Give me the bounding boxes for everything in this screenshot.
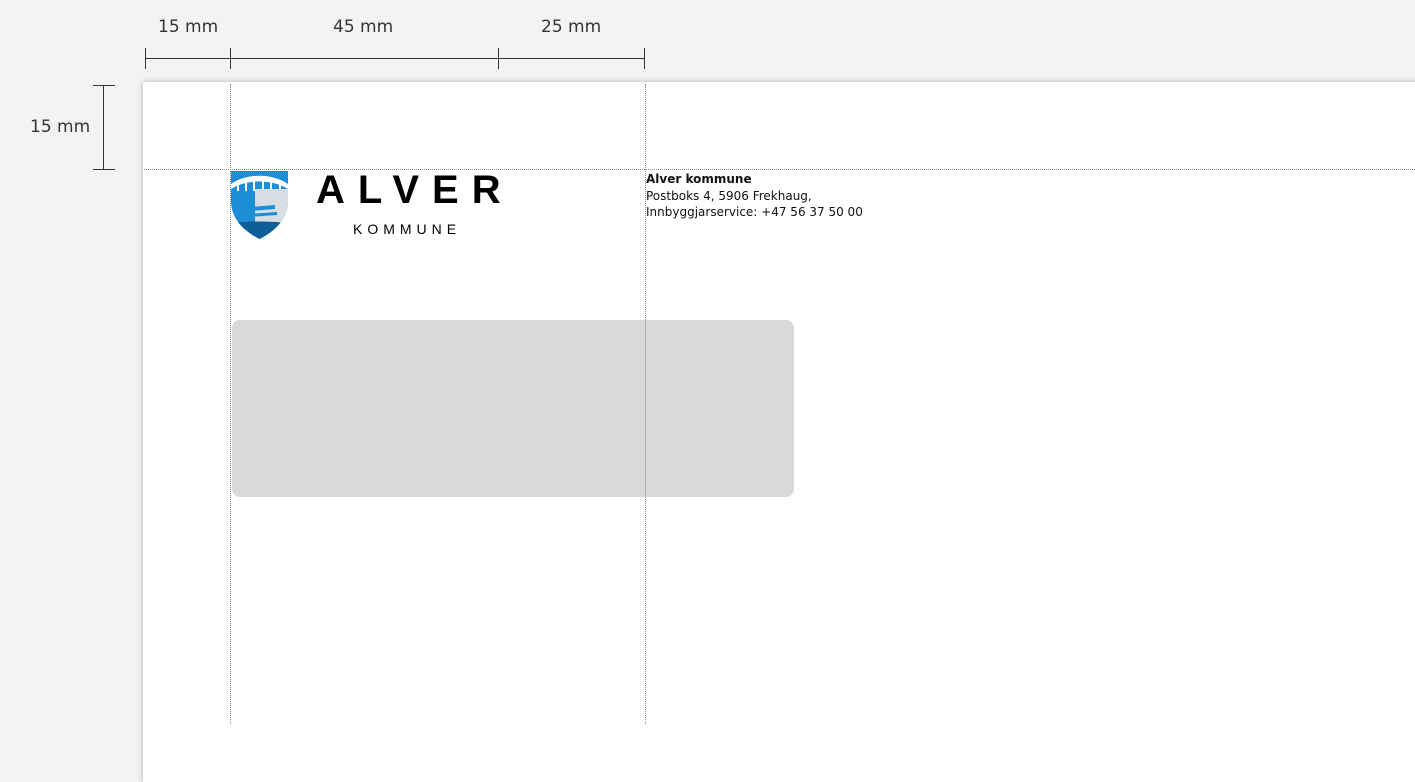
dimension-label-gap-width: 25 mm [541, 17, 602, 37]
dimension-label-left-margin: 15 mm [158, 17, 219, 37]
logo-wordmark: ALVER [316, 168, 514, 212]
sender-address: Postboks 4, 5906 Frekhaug, [646, 188, 812, 203]
logo-subtitle: KOMMUNE [353, 221, 462, 237]
dimension-line-horizontal [145, 58, 645, 59]
dimension-line-vertical [103, 85, 104, 170]
dimension-tick [93, 169, 115, 170]
sender-service-phone: Innbyggjarservice: +47 56 37 50 00 [646, 205, 863, 219]
dimension-label-top-margin: 15 mm [30, 117, 91, 137]
dimension-label-logo-width: 45 mm [333, 17, 394, 37]
dimension-tick [498, 48, 499, 69]
dimension-tick [93, 85, 115, 86]
sender-block: Alver kommune Postboks 4, 5906 Frekhaug,… [646, 171, 863, 221]
coat-of-arms-icon [231, 171, 288, 239]
dimension-tick [230, 48, 231, 69]
dimension-tick [145, 48, 146, 69]
dimension-tick [644, 48, 645, 69]
address-window [232, 320, 794, 497]
sender-name: Alver kommune [646, 172, 752, 186]
